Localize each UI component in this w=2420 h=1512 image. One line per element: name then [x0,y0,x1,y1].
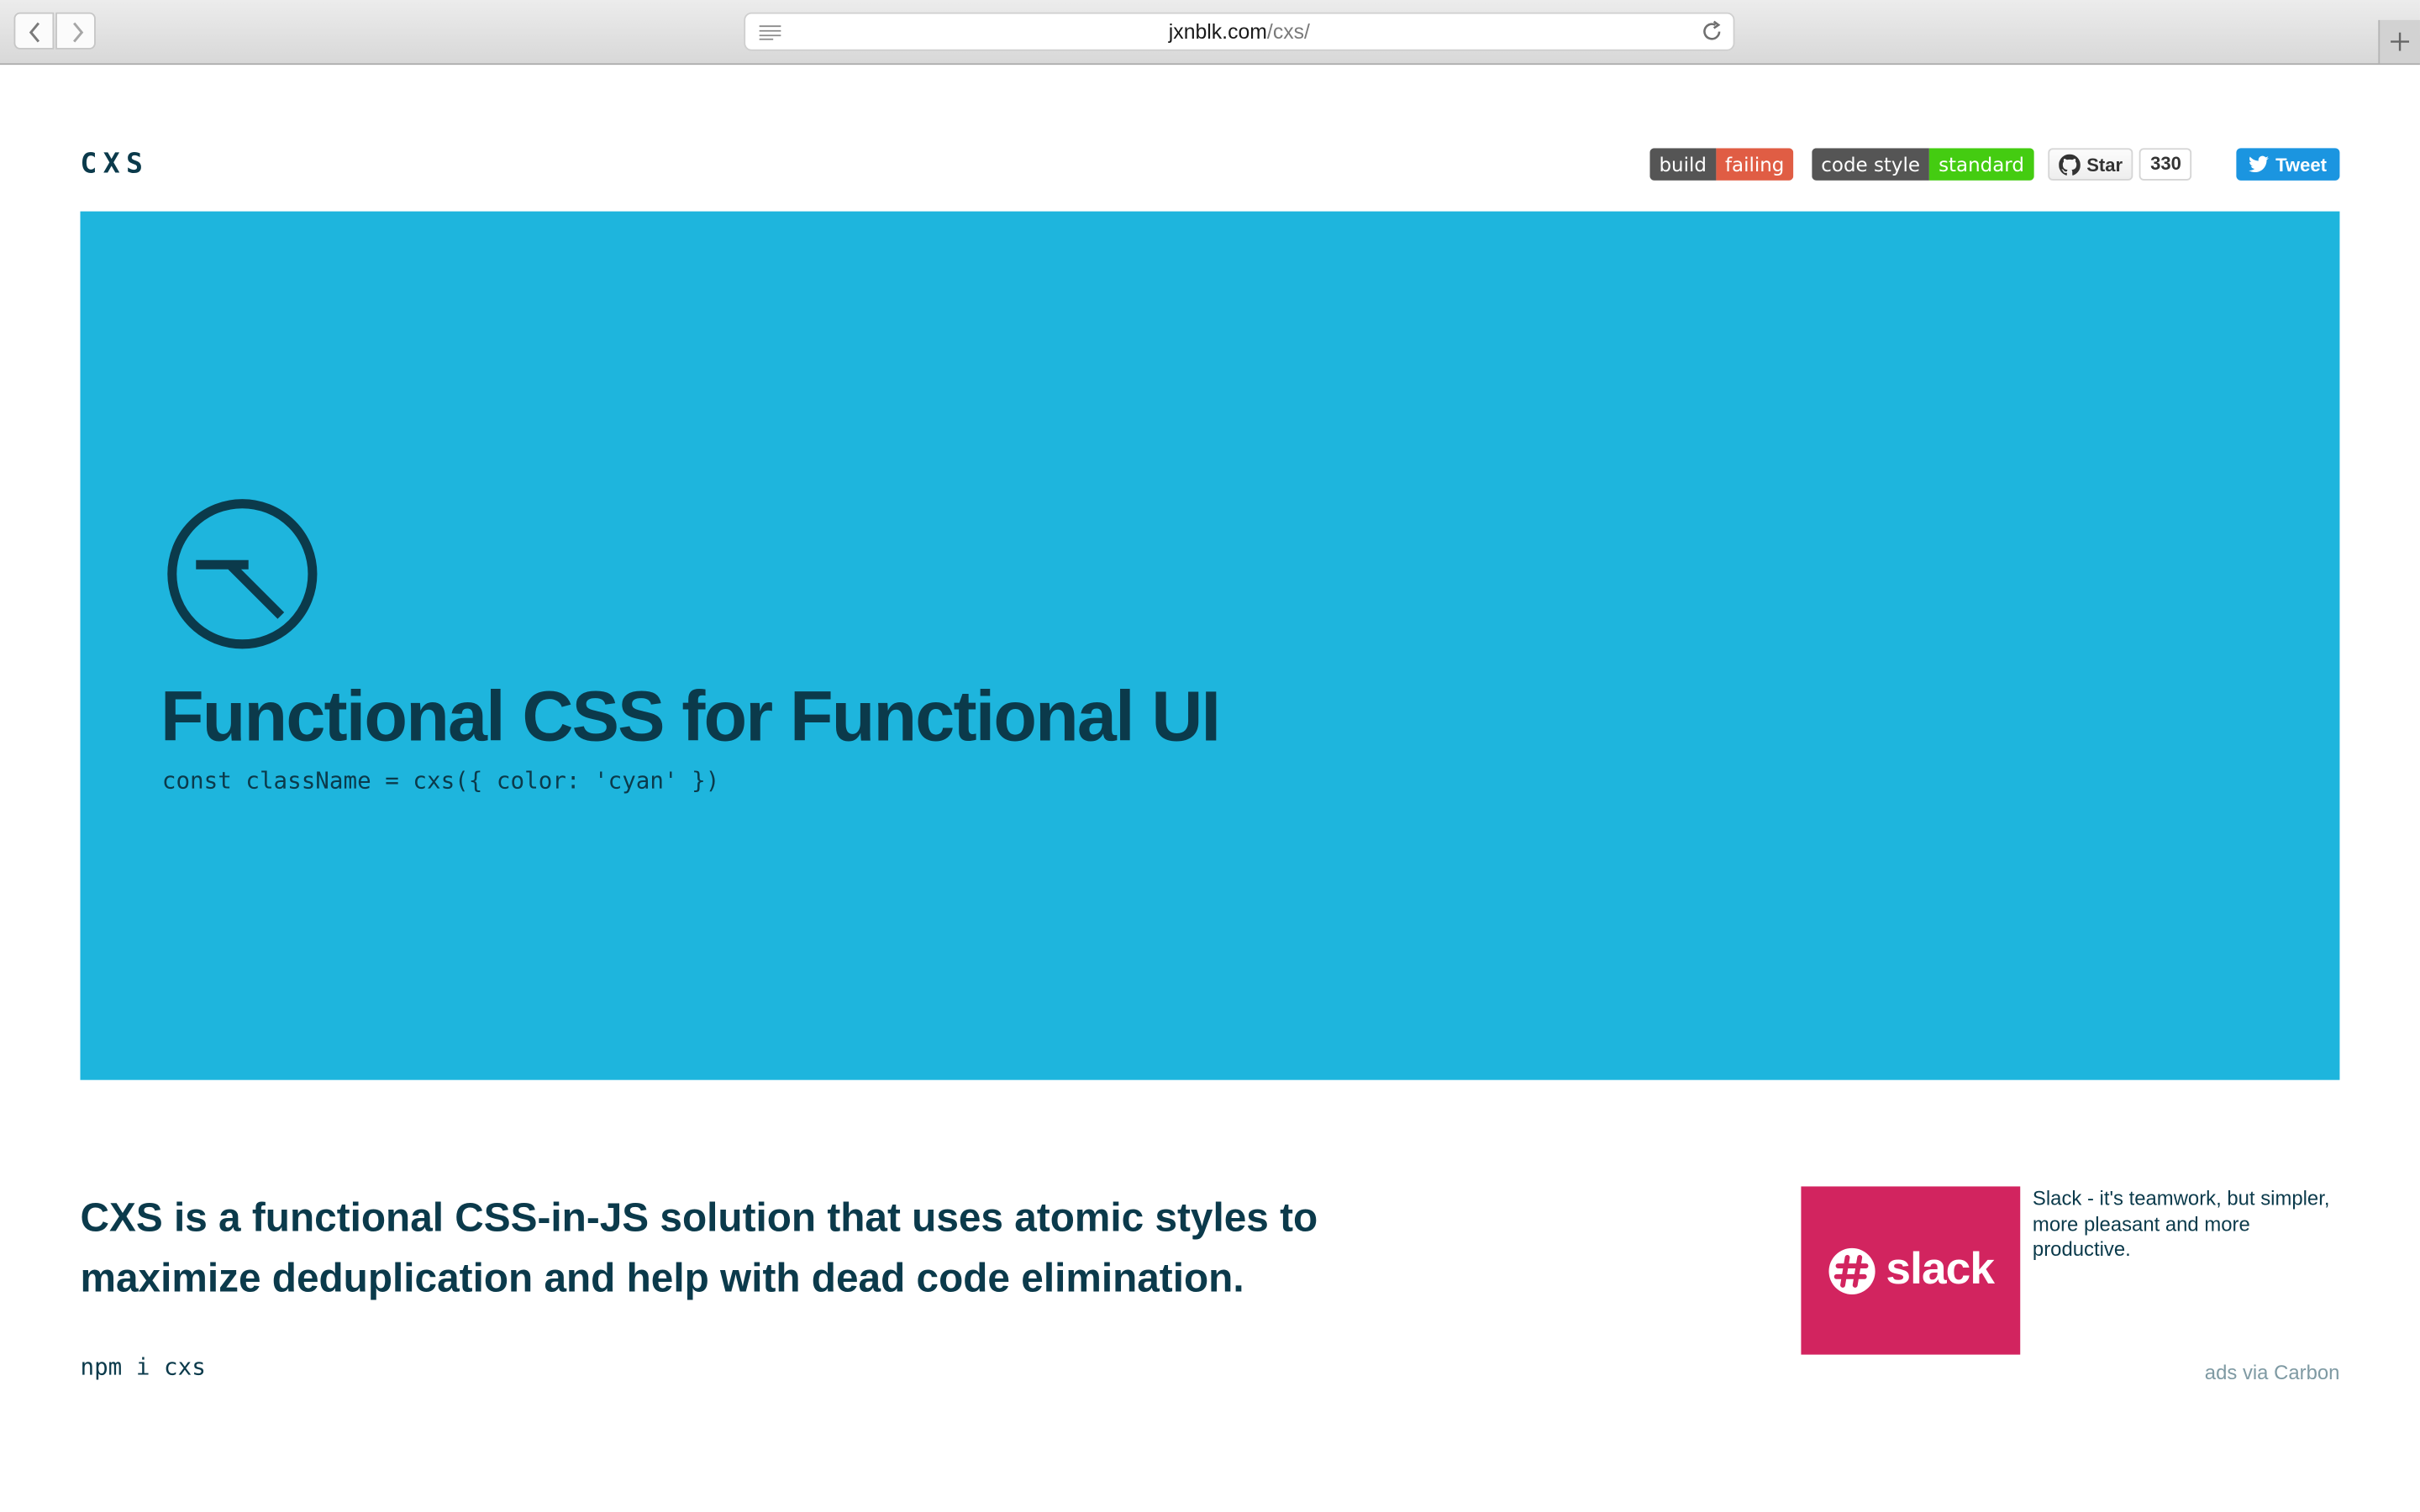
ad-text[interactable]: Slack - it's teamwork, but simpler, more… [2033,1186,2341,1263]
code-style-badge[interactable]: code style standard [1812,148,2033,181]
cxs-logo-icon [167,499,318,649]
forward-button[interactable] [55,12,96,50]
chevron-left-icon [29,22,40,43]
install-command: npm i cxs [80,1352,206,1381]
tweet-label: Tweet [2275,153,2327,176]
badge-value: standard [1929,148,2033,181]
build-status-badge[interactable]: build failing [1649,148,1794,181]
ads-via-carbon-link[interactable]: ads via Carbon [2205,1361,2340,1384]
site-logo[interactable]: CXS [81,148,150,181]
plus-icon [2391,32,2410,51]
github-icon [2059,153,2081,175]
hero-title: Functional CSS for Functional UI [160,675,1221,756]
star-count[interactable]: 330 [2139,148,2192,181]
browser-toolbar: jxnblk.com/cxs/ [0,0,2420,66]
new-tab-button[interactable] [2378,19,2420,64]
address-bar[interactable]: jxnblk.com/cxs/ [744,12,1735,51]
back-button[interactable] [13,12,55,50]
slack-hash-icon [1828,1247,1876,1294]
tweet-button[interactable]: Tweet [2236,148,2340,181]
star-label: Star [2086,153,2123,176]
ad-image[interactable]: slack [1801,1186,2021,1355]
github-star-button[interactable]: Star [2048,148,2133,181]
ad-brand-name: slack [1886,1245,1995,1294]
hero-code-sample: const className = cxs({ color: 'cyan' }) [161,766,720,795]
badge-label: code style [1812,148,1930,181]
github-star-widget: Star 330 [2048,148,2192,181]
twitter-bird-icon [2249,155,2270,173]
intro-lead: CXS is a functional CSS-in-JS solution t… [80,1194,1318,1301]
hero-banner: Functional CSS for Functional UI const c… [80,211,2340,1080]
url-text: jxnblk.com/cxs/ [1168,19,1310,44]
badge-value: failing [1715,148,1794,181]
badge-label: build [1649,148,1716,181]
reload-icon[interactable] [1701,20,1724,44]
chevron-right-icon [73,22,84,43]
